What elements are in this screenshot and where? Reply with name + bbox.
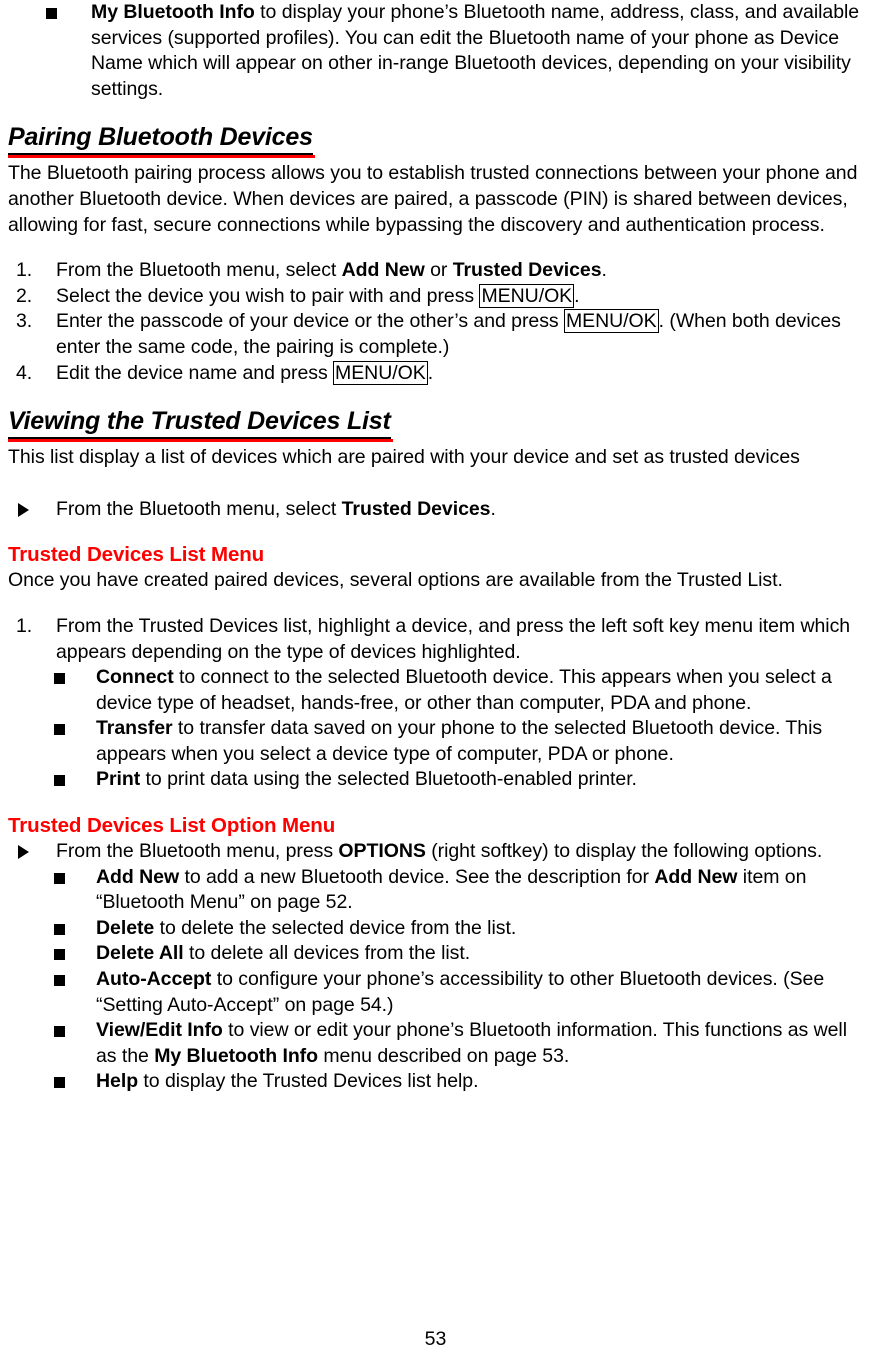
step-number: 2. [16,284,33,307]
paragraph-pairing-intro: The Bluetooth pairing process allows you… [8,162,858,236]
list-item-connect: Connect to connect to the selected Bluet… [8,665,861,716]
square-bullet-icon [54,872,65,884]
term-delete: Delete [96,916,155,939]
step-text-post: . [574,284,580,307]
square-bullet-icon [54,1077,65,1089]
step-text-post: . [427,361,434,384]
step-bold-trusted-devices: Trusted Devices [452,259,602,282]
step-text-pre: Enter the passcode of your device or the… [56,310,564,333]
square-bullet-icon [54,724,65,736]
step-number: 1. [16,614,33,637]
step-text-pre: Select the device you wish to pair with … [56,284,480,307]
term-add-new-ref: Add New [654,865,738,888]
action-bold-options: OPTIONS [338,840,426,863]
numbered-step-list-menu-1: 1. From the Trusted Devices list, highli… [8,614,861,665]
subheading-trusted-devices-list-option-menu: Trusted Devices List Option Menu [8,814,336,838]
term-delete-all: Delete All [96,942,184,965]
list-item-view-edit-info: View/Edit Info to view or edit your phon… [8,1018,861,1069]
text-delete-all: to delete all devices from the list. [183,942,471,965]
square-bullet-icon [54,923,65,935]
numbered-step-2: 2. Select the device you wish to pair wi… [8,283,861,310]
list-item-delete: Delete to delete the selected device fro… [8,916,861,942]
list-item-delete-all: Delete All to delete all devices from th… [8,941,861,967]
square-bullet-icon [54,775,65,787]
step-text-post: . [601,259,607,282]
list-item-options-softkey: From the Bluetooth menu, press OPTIONS (… [8,839,861,865]
key-menu-ok: MENU/OK [333,360,428,385]
heading-viewing-trusted-devices-list: Viewing the Trusted Devices List [8,406,393,443]
list-item-select-trusted-devices: From the Bluetooth menu, select Trusted … [8,497,861,523]
term-print: Print [96,768,141,791]
square-bullet-icon [54,949,65,961]
action-text-post: (right softkey) to display the following… [425,840,823,863]
heading-pairing-bluetooth-devices: Pairing Bluetooth Devices [8,122,315,159]
term-auto-accept: Auto-Accept [96,968,212,991]
term-connect: Connect [96,666,174,689]
term-my-bluetooth-info-ref: My Bluetooth Info [154,1044,318,1067]
term-my-bluetooth-info: My Bluetooth Info [91,1,255,23]
square-bullet-icon [54,975,65,987]
step-text-mid: or [424,259,453,282]
action-bold-trusted-devices: Trusted Devices [341,497,491,520]
key-menu-ok: MENU/OK [479,283,575,308]
text-my-bluetooth-info-ref: menu described on page 53. [318,1044,570,1067]
step-text: From the Trusted Devices list, highlight… [56,614,851,663]
paragraph-list-menu-intro: Once you have created paired devices, se… [8,569,783,592]
square-bullet-icon [54,1026,65,1038]
term-transfer: Transfer [96,717,173,740]
step-number: 4. [16,361,33,384]
term-help: Help [96,1070,139,1093]
numbered-step-1: 1. From the Bluetooth menu, select Add N… [8,258,861,284]
list-item-print: Print to print data using the selected B… [8,767,861,793]
list-item-transfer: Transfer to transfer data saved on your … [8,716,861,767]
step-number: 3. [16,310,33,333]
step-text-pre: From the Bluetooth menu, select [56,259,342,282]
triangle-bullet-icon [18,502,29,517]
paragraph-viewing-intro: This list display a list of devices whic… [8,446,800,469]
list-item-add-new: Add New to add a new Bluetooth device. S… [8,865,861,916]
square-bullet-icon [46,8,57,19]
text-help: to display the Trusted Devices list help… [138,1070,479,1093]
step-bold-add-new: Add New [341,259,425,282]
text-add-new: to add a new Bluetooth device. See the d… [179,865,655,888]
text-print: to print data using the selected Bluetoo… [140,768,637,791]
action-text-post: . [490,497,496,520]
text-transfer: to transfer data saved on your phone to … [96,717,823,765]
page-number: 53 [424,1328,447,1350]
step-text-pre: Edit the device name and press [56,361,334,384]
term-add-new: Add New [96,865,180,888]
heading-pairing-wrap: Pairing Bluetooth Devices [8,122,861,159]
list-item-help: Help to display the Trusted Devices list… [8,1069,861,1095]
action-text-pre: From the Bluetooth menu, press [56,840,339,863]
list-item-my-bluetooth-info: My Bluetooth Info to display your phone’… [8,0,861,102]
numbered-step-3: 3. Enter the passcode of your device or … [8,309,861,360]
numbered-step-4: 4. Edit the device name and press MENU/O… [8,360,861,387]
key-menu-ok: MENU/OK [563,309,659,334]
action-text-pre: From the Bluetooth menu, select [56,497,342,520]
triangle-bullet-icon [18,845,29,860]
list-item-auto-accept: Auto-Accept to configure your phone’s ac… [8,967,861,1018]
square-bullet-icon [54,673,65,685]
subheading-trusted-devices-list-menu: Trusted Devices List Menu [8,543,265,567]
step-number: 1. [16,259,33,282]
heading-viewing-wrap: Viewing the Trusted Devices List [8,406,861,443]
text-connect: to connect to the selected Bluetooth dev… [96,666,832,714]
manual-page: My Bluetooth Info to display your phone’… [0,0,871,1359]
text-delete: to delete the selected device from the l… [154,916,517,939]
term-view-edit-info: View/Edit Info [96,1019,223,1042]
